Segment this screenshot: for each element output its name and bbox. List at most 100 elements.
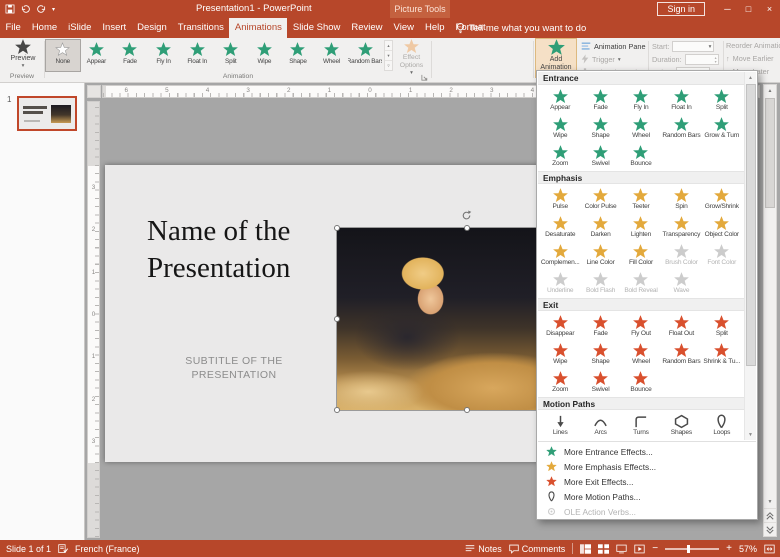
menu-item-random-bars[interactable]: Random Bars — [661, 340, 701, 368]
slide-title-textbox[interactable]: Name of the Presentation — [147, 213, 290, 287]
menu-item-random-bars[interactable]: Random Bars — [661, 114, 701, 142]
animation-dialog-launcher-icon[interactable] — [421, 74, 428, 81]
menu-item-swivel[interactable]: Swivel — [580, 368, 620, 396]
menu-item-wipe[interactable]: Wipe — [540, 114, 580, 142]
gallery-scrollbar[interactable]: ▴ ▾ ▿ — [384, 40, 393, 71]
menu-item-spin[interactable]: Spin — [661, 185, 701, 213]
tab-file[interactable]: File — [0, 18, 26, 38]
notes-button[interactable]: Notes — [465, 544, 502, 554]
language-indicator[interactable]: French (France) — [75, 544, 140, 554]
minimize-button[interactable]: ─ — [717, 0, 738, 18]
menu-item-fly-out[interactable]: Fly Out — [621, 312, 661, 340]
menu-item-float-in[interactable]: Float In — [661, 86, 701, 114]
animation-style-fly-in[interactable]: Fly In — [147, 40, 181, 71]
tab-slide-show[interactable]: Slide Show — [287, 18, 346, 38]
zoom-slider[interactable] — [665, 544, 720, 553]
gallery-scroll-up-icon[interactable]: ▴ — [385, 41, 392, 51]
previous-slide-button[interactable] — [764, 508, 776, 522]
zoom-slider-thumb[interactable] — [686, 544, 690, 553]
animation-style-wheel[interactable]: Wheel — [315, 40, 349, 71]
gallery-scroll-down-icon[interactable]: ▾ — [385, 51, 392, 61]
animation-style-float-in[interactable]: Float In — [180, 40, 214, 71]
menu-item-wheel[interactable]: Wheel — [621, 340, 661, 368]
tab-islide[interactable]: iSlide — [63, 18, 97, 38]
zoom-in-button[interactable]: + — [726, 543, 732, 554]
slideshow-view-icon[interactable] — [634, 544, 645, 554]
restore-button[interactable]: □ — [738, 0, 759, 18]
menu-item-teeter[interactable]: Teeter — [621, 185, 661, 213]
menu-item-lighten[interactable]: Lighten — [621, 213, 661, 241]
menu-item-disappear[interactable]: Disappear — [540, 312, 580, 340]
menu-item-shape[interactable]: Shape — [580, 114, 620, 142]
rotate-handle-icon[interactable] — [461, 210, 472, 221]
slide-thumbnail[interactable] — [17, 96, 77, 131]
menu-item-complemen[interactable]: Complemen... — [540, 241, 580, 269]
menu-item-fly-in[interactable]: Fly In — [621, 86, 661, 114]
tab-transitions[interactable]: Transitions — [172, 18, 229, 38]
menu-item-grow-shrink[interactable]: Grow/Shrink — [702, 185, 742, 213]
menu-item-color-pulse[interactable]: Color Pulse — [580, 185, 620, 213]
fit-slide-to-window-icon[interactable] — [764, 544, 775, 554]
animation-style-wipe[interactable]: Wipe — [248, 40, 282, 71]
resize-handle[interactable] — [334, 225, 340, 231]
next-slide-button[interactable] — [764, 522, 776, 536]
menu-item-split[interactable]: Split — [702, 312, 742, 340]
normal-view-icon[interactable] — [580, 543, 592, 554]
menu-item-appear[interactable]: Appear — [540, 86, 580, 114]
animation-style-random-bars[interactable]: Random Bars — [348, 40, 382, 71]
slide-sorter-view-icon[interactable] — [598, 543, 610, 554]
animation-style-shape[interactable]: Shape — [281, 40, 315, 71]
menu-item-pulse[interactable]: Pulse — [540, 185, 580, 213]
reading-view-icon[interactable] — [616, 544, 627, 554]
sign-in-button[interactable]: Sign in — [657, 2, 705, 16]
menu-scrollbar[interactable]: ▲ ▼ — [744, 72, 756, 440]
menu-item-bounce[interactable]: Bounce — [621, 142, 661, 170]
animation-pane-button[interactable]: Animation Pane — [581, 41, 646, 51]
menu-item-zoom[interactable]: Zoom — [540, 368, 580, 396]
menu-item-grow-turn[interactable]: Grow & Turn — [702, 114, 742, 142]
menu-item-float-out[interactable]: Float Out — [661, 312, 701, 340]
menu-item-shrink-tu[interactable]: Shrink & Tu... — [702, 340, 742, 368]
animation-style-split[interactable]: Split — [214, 40, 248, 71]
undo-icon[interactable] — [20, 4, 31, 14]
menu-item-shapes[interactable]: Shapes — [661, 411, 701, 439]
menu-scrollbar-thumb[interactable] — [745, 84, 756, 366]
menu-item-more-motion-paths[interactable]: More Motion Paths... — [538, 489, 756, 504]
animation-style-none[interactable]: None — [45, 39, 81, 72]
menu-item-fill-color[interactable]: Fill Color — [621, 241, 661, 269]
scroll-down-icon[interactable]: ▼ — [764, 496, 776, 508]
zoom-percent[interactable]: 57% — [739, 544, 757, 554]
menu-item-lines[interactable]: Lines — [540, 411, 580, 439]
menu-item-desaturate[interactable]: Desaturate — [540, 213, 580, 241]
menu-item-bounce[interactable]: Bounce — [621, 368, 661, 396]
comments-button[interactable]: Comments — [509, 544, 565, 554]
save-icon[interactable] — [5, 4, 15, 14]
menu-item-swivel[interactable]: Swivel — [580, 142, 620, 170]
menu-scroll-down-icon[interactable]: ▼ — [748, 429, 753, 440]
menu-item-fade[interactable]: Fade — [580, 86, 620, 114]
resize-handle[interactable] — [334, 407, 340, 413]
close-button[interactable]: × — [759, 0, 780, 18]
vertical-scrollbar[interactable]: ▲ ▼ — [763, 84, 777, 537]
menu-item-arcs[interactable]: Arcs — [580, 411, 620, 439]
resize-handle[interactable] — [334, 316, 340, 322]
menu-item-transparency[interactable]: Transparency — [661, 213, 701, 241]
resize-handle[interactable] — [464, 407, 470, 413]
menu-item-turns[interactable]: Turns — [621, 411, 661, 439]
tab-review[interactable]: Review — [346, 18, 388, 38]
animation-style-fade[interactable]: Fade — [113, 40, 147, 71]
tab-insert[interactable]: Insert — [97, 18, 132, 38]
qat-customize-icon[interactable]: ▾ — [52, 6, 55, 13]
menu-item-zoom[interactable]: Zoom — [540, 142, 580, 170]
tab-home[interactable]: Home — [26, 18, 62, 38]
scroll-up-icon[interactable]: ▲ — [764, 85, 776, 97]
menu-item-object-color[interactable]: Object Color — [702, 213, 742, 241]
animation-style-appear[interactable]: Appear — [80, 40, 114, 71]
preview-button[interactable]: Preview ▾ — [3, 39, 43, 69]
menu-item-split[interactable]: Split — [702, 86, 742, 114]
menu-item-more-exit-effects[interactable]: More Exit Effects... — [538, 474, 756, 489]
menu-item-loops[interactable]: Loops — [702, 411, 742, 439]
menu-item-wipe[interactable]: Wipe — [540, 340, 580, 368]
redo-icon[interactable] — [36, 4, 47, 14]
menu-item-line-color[interactable]: Line Color — [580, 241, 620, 269]
